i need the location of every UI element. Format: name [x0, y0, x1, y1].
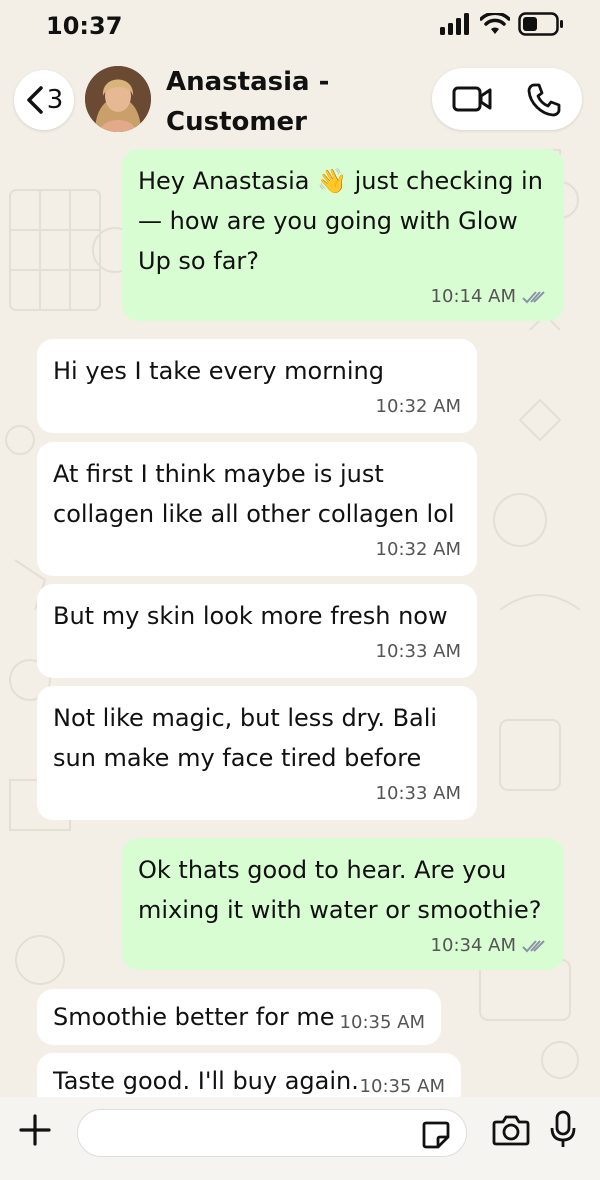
battery-icon	[518, 12, 563, 36]
plus-icon[interactable]	[18, 1113, 52, 1147]
message-time: 10:35 AM	[359, 1076, 445, 1097]
message-outgoing[interactable]: Ok thats good to hear. Are you mixing it…	[122, 838, 564, 970]
message-meta: 10:14 AM	[138, 285, 548, 309]
unread-count: 3	[46, 85, 64, 115]
message-incoming[interactable]: Taste good. I'll buy again. 10:35 AM	[37, 1053, 461, 1097]
message-meta: 10:33 AM	[53, 782, 461, 806]
message-incoming[interactable]: At first I think maybe is just collagen …	[37, 442, 477, 576]
sticker-icon[interactable]	[420, 1119, 452, 1151]
contact-name[interactable]: Anastasia - Customer	[166, 62, 386, 142]
message-meta: 10:33 AM	[53, 640, 461, 664]
message-time: 10:34 AM	[430, 935, 516, 956]
call-actions	[432, 68, 582, 130]
message-time: 10:14 AM	[430, 286, 516, 307]
back-button[interactable]: 3	[14, 70, 74, 130]
message-incoming[interactable]: Not like magic, but less dry. Bali sun m…	[37, 686, 477, 820]
message-time: 10:32 AM	[375, 396, 461, 417]
message-meta: 10:34 AM	[138, 934, 548, 958]
video-camera-icon[interactable]	[452, 85, 492, 113]
composer-bar	[0, 1097, 600, 1180]
message-incoming[interactable]: Hi yes I take every morning 10:32 AM	[37, 339, 477, 433]
message-incoming[interactable]: Smoothie better for me 10:35 AM	[37, 989, 441, 1045]
message-text: Hey Anastasia 👋 just checking in — how a…	[138, 167, 543, 275]
double-check-icon	[522, 940, 545, 953]
message-list[interactable]: Hey Anastasia 👋 just checking in — how a…	[0, 142, 600, 1097]
status-bar: 10:37	[0, 0, 600, 56]
message-meta: 10:35 AM	[360, 1075, 445, 1097]
message-text: At first I think maybe is just collagen …	[53, 460, 455, 528]
message-time: 10:35 AM	[339, 1012, 425, 1033]
message-time: 10:33 AM	[375, 783, 461, 804]
status-icons	[440, 12, 564, 36]
message-meta: 10:32 AM	[53, 538, 461, 562]
contact-avatar[interactable]	[85, 66, 151, 132]
message-text: Ok thats good to hear. Are you mixing it…	[138, 856, 542, 924]
message-text: Not like magic, but less dry. Bali sun m…	[53, 704, 438, 772]
camera-icon[interactable]	[492, 1113, 530, 1147]
message-text: Hi yes I take every morning	[53, 357, 384, 385]
message-outgoing[interactable]: Hey Anastasia 👋 just checking in — how a…	[122, 149, 564, 321]
chat-header: 3 Anastasia - Customer	[0, 56, 600, 142]
message-time: 10:33 AM	[375, 641, 461, 662]
message-time: 10:32 AM	[375, 539, 461, 560]
status-time: 10:37	[46, 12, 123, 40]
phone-icon[interactable]	[526, 82, 562, 118]
message-input[interactable]	[77, 1109, 467, 1157]
microphone-icon[interactable]	[550, 1110, 576, 1150]
message-meta: 10:32 AM	[53, 395, 461, 419]
message-incoming[interactable]: But my skin look more fresh now 10:33 AM	[37, 584, 477, 678]
chevron-left-icon	[26, 86, 43, 114]
message-meta: 10:35 AM	[340, 1011, 425, 1035]
message-text: But my skin look more fresh now	[53, 602, 448, 630]
double-check-icon	[522, 291, 545, 304]
signal-icon	[440, 13, 469, 35]
wifi-icon	[480, 13, 510, 34]
